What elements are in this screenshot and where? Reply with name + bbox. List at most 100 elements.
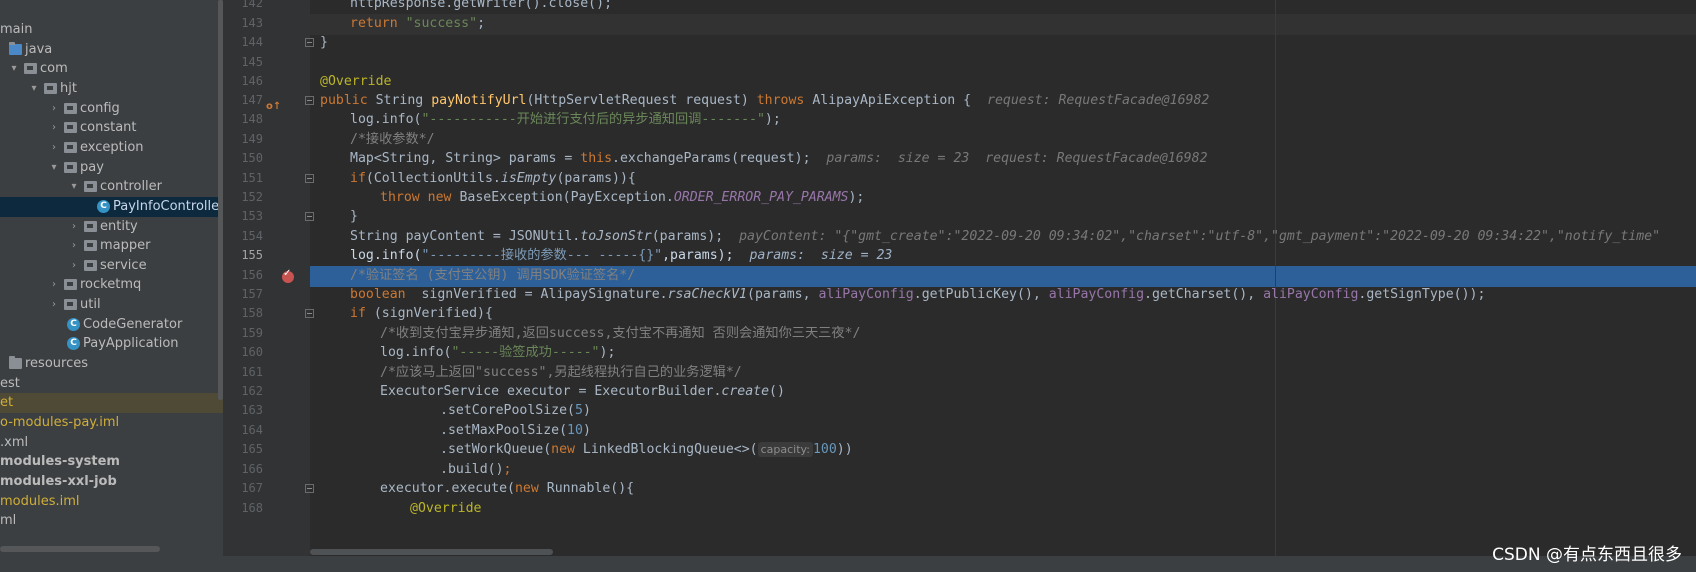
breakpoint-icon[interactable] — [282, 268, 294, 283]
code-line-154[interactable]: String payContent = JSONUtil.toJsonStr(p… — [350, 226, 1660, 247]
code-line-163[interactable]: .setCorePoolSize(5) — [440, 400, 591, 421]
tree-item[interactable]: › mapper — [0, 236, 223, 256]
line-number[interactable]: 163 — [223, 400, 263, 421]
chevron-right-icon[interactable]: › — [48, 275, 60, 295]
package-icon — [64, 102, 77, 114]
line-number[interactable]: 143 — [223, 13, 263, 34]
line-number[interactable]: 151 — [223, 168, 263, 189]
tree-item[interactable]: C CodeGenerator — [0, 315, 223, 335]
code-line-149[interactable]: /*接收参数*/ — [350, 129, 435, 150]
tree-item[interactable]: modules.iml — [0, 492, 223, 512]
tree-item[interactable]: ▾ com — [0, 59, 223, 79]
tree-item[interactable]: ▾ pay — [0, 158, 223, 178]
line-number[interactable]: 165 — [223, 439, 263, 460]
code-line-147[interactable]: public String payNotifyUrl(HttpServletRe… — [320, 90, 1209, 111]
tree-item[interactable]: et — [0, 393, 223, 414]
tree-item[interactable]: › entity — [0, 217, 223, 237]
code-line-143[interactable]: return "success"; — [350, 13, 485, 34]
tree-item[interactable]: › util — [0, 295, 223, 315]
chevron-down-icon[interactable]: ▾ — [8, 59, 20, 79]
code-line-167[interactable]: executor.execute(new Runnable(){ — [380, 478, 634, 499]
line-number[interactable]: 144 — [223, 32, 263, 53]
code-line-165[interactable]: .setWorkQueue(new LinkedBlockingQueue<>(… — [440, 439, 853, 460]
tree-item[interactable]: java — [0, 40, 223, 60]
line-number[interactable]: 153 — [223, 206, 263, 227]
code-line-157[interactable]: boolean signVerified = AlipaySignature.r… — [350, 284, 1485, 305]
code-line-144[interactable]: } — [320, 32, 328, 53]
tree-item[interactable]: modules-system — [0, 452, 223, 472]
line-number[interactable]: 158 — [223, 303, 263, 324]
line-number[interactable]: 149 — [223, 129, 263, 150]
chevron-right-icon[interactable]: › — [68, 236, 80, 256]
code-line-159[interactable]: /*收到支付宝异步通知,返回success,支付宝不再通知 否则会通知你三天三夜… — [380, 323, 860, 344]
tree-item[interactable]: ▾ controller — [0, 177, 223, 197]
code-line-168[interactable]: @Override — [410, 498, 481, 519]
line-number[interactable]: 166 — [223, 459, 263, 480]
code-line-152[interactable]: throw new BaseException(PayException.ORD… — [380, 187, 864, 208]
code-line-142[interactable]: httpResponse.getWriter().close(); — [350, 0, 612, 14]
tree-item[interactable]: › rocketmq — [0, 275, 223, 295]
code-line-161[interactable]: /*应该马上返回"success",另起线程执行自己的业务逻辑*/ — [380, 362, 742, 383]
line-number[interactable]: 160 — [223, 342, 263, 363]
code-line-162[interactable]: ExecutorService executor = ExecutorBuild… — [380, 381, 785, 402]
chevron-right-icon[interactable]: › — [48, 99, 60, 119]
code-line-155[interactable]: log.info("---------接收的参数--- -----{}",par… — [350, 245, 892, 266]
line-number[interactable]: 154 — [223, 226, 263, 247]
line-number[interactable]: 147 — [223, 90, 263, 111]
tree-item[interactable]: › exception — [0, 138, 223, 158]
code-line-151[interactable]: if(CollectionUtils.isEmpty(params)){ — [350, 168, 636, 189]
tree-item[interactable]: ▾ hjt — [0, 79, 223, 99]
chevron-right-icon[interactable]: › — [48, 118, 60, 138]
tree-item[interactable]: › constant — [0, 118, 223, 138]
tree-item[interactable]: resources — [0, 354, 223, 374]
line-number[interactable]: 150 — [223, 148, 263, 169]
chevron-down-icon[interactable]: ▾ — [28, 79, 40, 99]
tree-horizontal-scrollbar[interactable] — [0, 546, 160, 552]
line-number[interactable]: 156 — [223, 265, 263, 286]
tree-item-label: pay — [80, 159, 104, 175]
editor-horizontal-scrollbar[interactable] — [310, 549, 553, 555]
line-number[interactable]: 152 — [223, 187, 263, 208]
code-line-158[interactable]: if (signVerified){ — [350, 303, 493, 324]
tree-item[interactable]: est — [0, 374, 223, 394]
code-line-148[interactable]: log.info("-----------开始进行支付后的异步通知回调-----… — [350, 109, 781, 130]
tree-item[interactable]: o-modules-pay.iml — [0, 413, 223, 433]
code-editor[interactable]: httpResponse.getWriter().close(); return… — [310, 0, 1696, 560]
tree-item-label: .xml — [0, 434, 29, 450]
line-number[interactable]: 145 — [223, 52, 263, 73]
line-number[interactable]: 148 — [223, 109, 263, 130]
line-number[interactable]: 142 — [223, 0, 263, 14]
code-line-160[interactable]: log.info("-----验签成功-----"); — [380, 342, 615, 363]
line-number[interactable]: 168 — [223, 498, 263, 519]
tree-item-label: CodeGenerator — [83, 316, 183, 332]
code-line-164[interactable]: .setMaxPoolSize(10) — [440, 420, 591, 441]
tree-item[interactable]: C PayInfoController — [0, 196, 223, 217]
chevron-down-icon[interactable]: ▾ — [48, 158, 60, 178]
code-line-156[interactable]: /*验证签名 (支付宝公钥) 调用SDK验证签名*/ — [350, 265, 635, 286]
chevron-right-icon[interactable]: › — [48, 138, 60, 158]
line-number[interactable]: 157 — [223, 284, 263, 305]
line-number[interactable]: 164 — [223, 420, 263, 441]
line-number[interactable]: 146 — [223, 71, 263, 92]
code-line-166[interactable]: .build(); — [440, 459, 511, 480]
code-line-146[interactable]: @Override — [320, 71, 391, 92]
tree-item[interactable]: › config — [0, 99, 223, 119]
tree-item[interactable]: modules-xxl-job — [0, 472, 223, 492]
tree-item[interactable]: › service — [0, 256, 223, 276]
override-method-icon[interactable]: o↑ — [266, 101, 281, 112]
tree-item[interactable]: ml — [0, 511, 223, 531]
line-number[interactable]: 167 — [223, 478, 263, 499]
code-line-150[interactable]: Map<String, String> params = this.exchan… — [350, 148, 1208, 169]
chevron-right-icon[interactable]: › — [48, 295, 60, 315]
tree-item[interactable]: main — [0, 20, 223, 40]
tree-item[interactable]: .xml — [0, 433, 223, 453]
code-line-153[interactable]: } — [350, 206, 358, 227]
tree-item[interactable]: C PayApplication — [0, 334, 223, 354]
chevron-down-icon[interactable]: ▾ — [68, 177, 80, 197]
line-number[interactable]: 155 — [223, 245, 263, 266]
chevron-right-icon[interactable]: › — [68, 217, 80, 237]
line-number[interactable]: 161 — [223, 362, 263, 383]
chevron-right-icon[interactable]: › — [68, 256, 80, 276]
line-number[interactable]: 159 — [223, 323, 263, 344]
line-number[interactable]: 162 — [223, 381, 263, 402]
